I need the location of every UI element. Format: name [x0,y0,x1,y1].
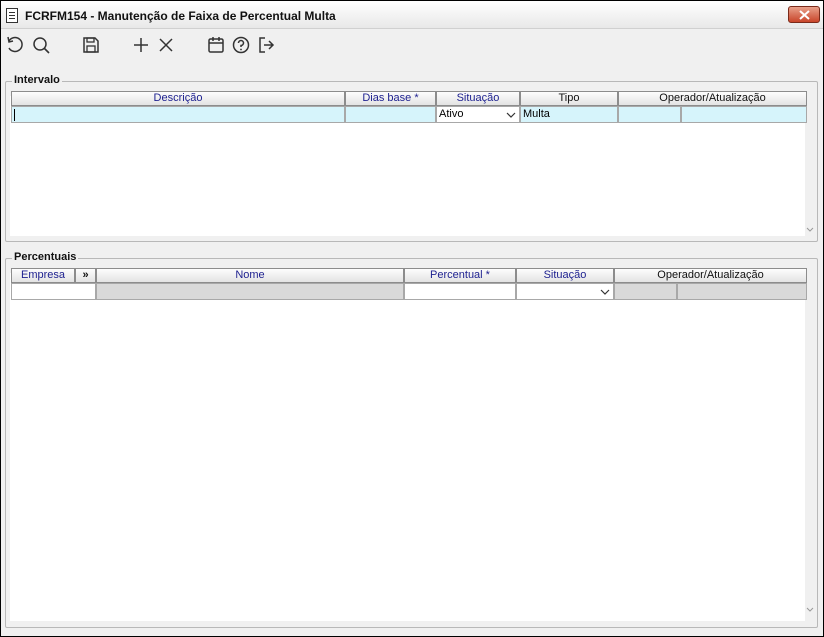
col-situacao-p[interactable]: Situação [516,268,614,283]
col-descricao[interactable]: Descrição [11,91,345,106]
calendar-button[interactable] [206,35,226,55]
percentuais-scroll-down[interactable] [805,605,815,615]
chevron-down-icon [506,112,516,118]
intervalo-grid: Descrição Dias base * Situação Tipo Oper… [10,91,807,236]
operador-p-field [614,283,677,300]
toolbar [1,30,823,60]
chevron-down-icon [600,289,610,295]
close-button[interactable] [788,6,820,23]
atualizacao-field [681,106,807,123]
situacao-p-select[interactable] [516,283,614,300]
text-caret [14,109,15,121]
col-expand[interactable]: » [75,268,96,283]
col-empresa[interactable]: Empresa [11,268,75,283]
col-situacao[interactable]: Situação [436,91,520,106]
percentuais-label: Percentuais [12,251,79,263]
empresa-input[interactable] [11,283,96,300]
delete-icon [159,38,173,52]
chevron-down-icon [806,607,814,612]
nome-field [96,283,404,300]
document-icon [6,8,18,23]
close-icon [799,10,810,20]
atualizacao-p-field [677,283,807,300]
undo-icon [7,36,23,53]
intervalo-scroll-down[interactable] [805,225,815,235]
dias-base-input[interactable] [345,106,436,123]
percentual-input[interactable] [404,283,516,300]
exit-button[interactable] [256,35,276,55]
col-nome[interactable]: Nome [96,268,404,283]
situacao-select[interactable]: Ativo [436,106,520,123]
help-button[interactable] [231,35,251,55]
search-icon [33,37,50,54]
situacao-value: Ativo [439,108,464,120]
col-operador[interactable]: Operador/Atualização [618,91,807,106]
chevron-down-icon [806,227,814,232]
save-button[interactable] [81,35,101,55]
save-icon [83,37,99,53]
col-tipo[interactable]: Tipo [520,91,618,106]
operador-field [618,106,681,123]
tipo-field[interactable]: Multa [520,106,618,123]
intervalo-group: Intervalo Descrição Dias base * Situação… [5,74,818,242]
exit-icon [259,37,275,53]
col-operador-p[interactable]: Operador/Atualização [614,268,807,283]
delete-button[interactable] [156,35,176,55]
percentuais-group: Percentuais Empresa » Nome Percentual * … [5,251,818,628]
col-dias-base[interactable]: Dias base * [345,91,436,106]
percentuais-grid: Empresa » Nome Percentual * Situação Ope… [10,268,807,621]
add-icon [134,38,148,52]
add-button[interactable] [131,35,151,55]
calendar-icon [208,37,224,53]
main-window: FCRFM154 - Manutenção de Faixa de Percen… [0,0,824,637]
title-bar: FCRFM154 - Manutenção de Faixa de Percen… [1,1,823,29]
intervalo-label: Intervalo [12,74,62,86]
undo-button[interactable] [5,35,25,55]
window-title: FCRFM154 - Manutenção de Faixa de Percen… [25,9,336,23]
help-icon [232,36,250,54]
search-button[interactable] [31,35,51,55]
descricao-input[interactable] [11,106,345,123]
col-percentual[interactable]: Percentual * [404,268,516,283]
